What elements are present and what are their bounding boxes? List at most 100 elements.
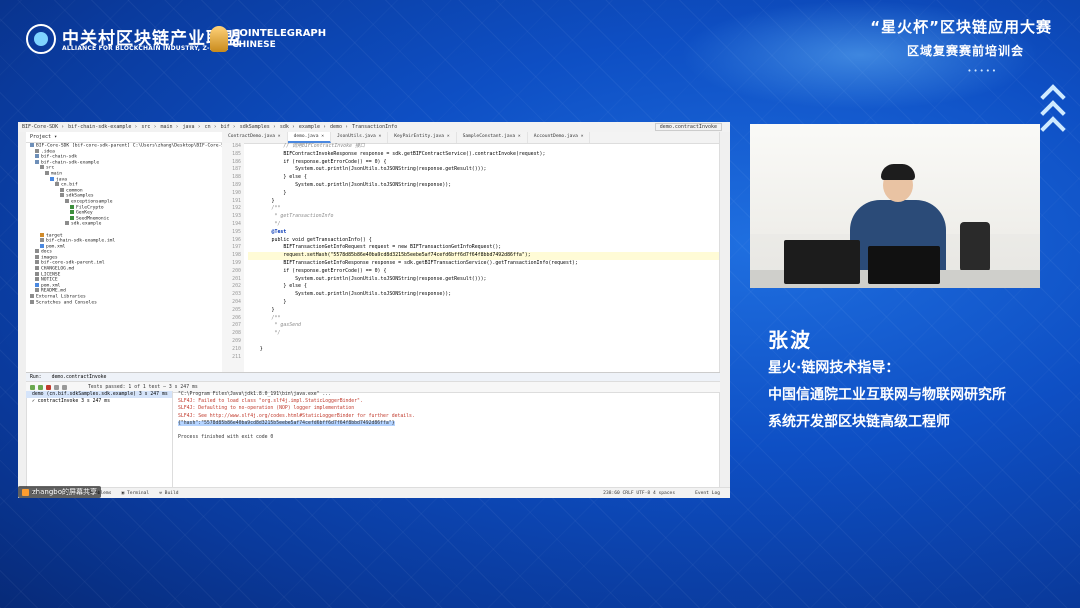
cointelegraph-logo-icon (210, 26, 228, 52)
console-text: SLF4J: See http://www.slf4j.org/codes.ht… (178, 413, 415, 419)
breadcrumb-item[interactable]: cn › (205, 124, 217, 130)
console-line[interactable] (178, 427, 700, 434)
code-line[interactable]: request.setHash("5578d85b86e40ba9cd8d321… (248, 252, 720, 260)
code-line[interactable]: public void getTransactionInfo() { (248, 237, 720, 245)
code-line[interactable]: } (248, 299, 720, 307)
project-panel: Project ▾ BIF-Core-SDK [bif-core-sdk-par… (26, 132, 223, 372)
breadcrumb-item[interactable]: demo › (330, 124, 348, 130)
tree-item[interactable]: Scratches and Consoles (26, 299, 222, 306)
speaker-hair (881, 164, 915, 180)
code-line[interactable]: BIFTransactionGetInfoRequest request = n… (248, 244, 720, 252)
code-line[interactable]: if (response.getErrorCode() == 0) { (248, 159, 720, 167)
speaker-role: 星火·链网技术指导： (768, 360, 900, 376)
folder-icon (70, 210, 74, 215)
console-line[interactable]: SLF4J: See http://www.slf4j.org/codes.ht… (178, 413, 700, 420)
run-config-tab[interactable]: demo.contractInvoke (52, 375, 107, 380)
line-number: 191 (232, 197, 241, 204)
right-tool-strip[interactable] (719, 132, 730, 488)
line-number: 192 (232, 205, 241, 212)
line-number: 195 (232, 228, 241, 235)
code-lines[interactable]: // 调用BIFContractInvoke 接口 BIFContractInv… (248, 143, 720, 361)
breadcrumb-item[interactable]: java › (183, 124, 201, 130)
code-line[interactable]: /** (248, 205, 720, 213)
code-area[interactable]: 184 185 186 187 188 189 190 191 192 193 194 195 196 1… (222, 143, 720, 372)
code-line[interactable]: System.out.println(JsonUtils.toJSONStrin… (248, 276, 720, 284)
tree-item[interactable]: BIF-Core-SDK [bif-core-sdk-parent] C:\Us… (26, 143, 222, 149)
console-line[interactable]: SLF4J: Failed to load class "org.slf4j.i… (178, 398, 700, 405)
rerun-icon[interactable] (30, 384, 35, 390)
decorative-dots: ••••• (967, 67, 998, 75)
line-number: 199 (232, 259, 241, 266)
code-line[interactable]: /** (248, 315, 720, 323)
folder-icon (40, 232, 44, 237)
folder-icon (50, 176, 54, 181)
test-tree-item[interactable]: ✓ contractInvoke 3 s 247 ms (26, 398, 172, 405)
expand-icon[interactable] (62, 384, 67, 390)
video-chair (960, 222, 990, 272)
editor-tab[interactable]: KeyPairEntity.java × (388, 132, 457, 143)
line-number: 205 (232, 306, 241, 313)
code-line[interactable] (248, 338, 720, 346)
code-line[interactable]: } (248, 190, 720, 198)
editor-tab[interactable]: SampleConstant.java × (457, 132, 528, 143)
code-line[interactable]: BIFTransactionGetInfoResponse response =… (248, 260, 720, 268)
code-line[interactable]: } else { (248, 174, 720, 182)
line-number: 211 (232, 353, 241, 360)
stop-icon[interactable] (46, 384, 51, 390)
code-line[interactable]: System.out.println(JsonUtils.toJSONStrin… (248, 291, 720, 299)
code-line[interactable]: * gasSend (248, 322, 720, 330)
code-line[interactable]: if (response.getErrorCode() == 0) { (248, 268, 720, 276)
code-line[interactable]: */ (248, 221, 720, 229)
console-line[interactable]: Process finished with exit code 0 (178, 434, 700, 441)
breadcrumb-item[interactable]: bif › (221, 124, 236, 130)
code-line[interactable]: @Test (248, 229, 720, 237)
editor-tab[interactable]: demo.java × (287, 132, 331, 143)
sort-icon[interactable] (54, 384, 59, 390)
code-line[interactable]: } (248, 346, 720, 354)
test-tree-item[interactable]: demo (cn.bif.sdkSamples.sdk.example) 3 s… (26, 391, 172, 398)
breadcrumb-item[interactable]: TransactionInfo (352, 124, 397, 130)
status-bar-tab[interactable]: ⚒ Build (159, 491, 178, 496)
code-line[interactable]: BIFContractInvokeResponse response = sdk… (248, 151, 720, 159)
folder-icon (35, 266, 39, 271)
breadcrumb-item[interactable]: sdkSamples › (240, 124, 276, 130)
cursor-position[interactable]: 238:60 CRLF UTF-8 4 spaces (603, 491, 675, 496)
test-tree: demo (cn.bif.sdkSamples.sdk.example) 3 s… (26, 391, 173, 487)
editor-tab[interactable]: AccountDemo.java × (528, 132, 591, 143)
code-line[interactable]: } (248, 307, 720, 315)
console-line[interactable]: SLF4J: Defaulting to no-operation (NOP) … (178, 405, 700, 412)
breadcrumb-item[interactable]: main › (160, 124, 178, 130)
status-bar-tab[interactable]: ▣ Terminal (121, 491, 149, 496)
console-output[interactable]: "C:\Program Files\Java\jdk1.8.0_191\bin\… (178, 391, 700, 487)
status-bar: ▶ Run☰ TODO⚠ Problems▣ Terminal⚒ Build23… (18, 487, 730, 498)
code-line[interactable]: * getTransactionInfo (248, 213, 720, 221)
code-line[interactable]: System.out.println(JsonUtils.toJSONStrin… (248, 166, 720, 174)
line-number: 190 (232, 189, 241, 196)
editor-tab[interactable]: JsonUtils.java × (331, 132, 389, 143)
speaker-organization: 中国信通院工业互联网与物联网研究所 (768, 387, 1006, 403)
code-line[interactable]: */ (248, 330, 720, 338)
editor-tab[interactable]: ContractDemo.java × (222, 132, 288, 143)
code-line[interactable]: } (248, 198, 720, 206)
code-line[interactable] (248, 354, 720, 362)
breadcrumb-item[interactable]: src › (141, 124, 156, 130)
folder-icon (65, 221, 69, 226)
code-line[interactable]: // 调用BIFContractInvoke 接口 (248, 143, 720, 151)
breadcrumb-item[interactable]: bif-chain-sdk-example › (68, 124, 137, 130)
breadcrumb-item[interactable]: example › (299, 124, 326, 130)
check-icon[interactable] (38, 384, 43, 390)
breadcrumb-item[interactable]: sdk › (280, 124, 295, 130)
speaker-video (750, 124, 1040, 288)
breadcrumb-item[interactable]: BIF-Core-SDK › (22, 124, 64, 130)
console-line[interactable]: "C:\Program Files\Java\jdk1.8.0_191\bin\… (178, 391, 700, 398)
line-gutter: 184 185 186 187 188 189 190 191 192 193 194 195 196 1… (222, 143, 244, 372)
run-configuration-select[interactable]: demo.contractInvoke (654, 123, 722, 131)
code-line[interactable]: System.out.println(JsonUtils.toJSONStrin… (248, 182, 720, 190)
tree-item-label: CHANGELOG.md (41, 266, 75, 272)
console-line[interactable]: {"hash":"5578d85b86e40ba9cd8d3215b5eebe5… (178, 420, 700, 427)
folder-icon (60, 187, 64, 192)
folder-icon (65, 198, 69, 203)
project-panel-header[interactable]: Project ▾ (26, 132, 222, 143)
event-log-button[interactable]: Event Log (695, 491, 720, 496)
code-line[interactable]: } else { (248, 283, 720, 291)
